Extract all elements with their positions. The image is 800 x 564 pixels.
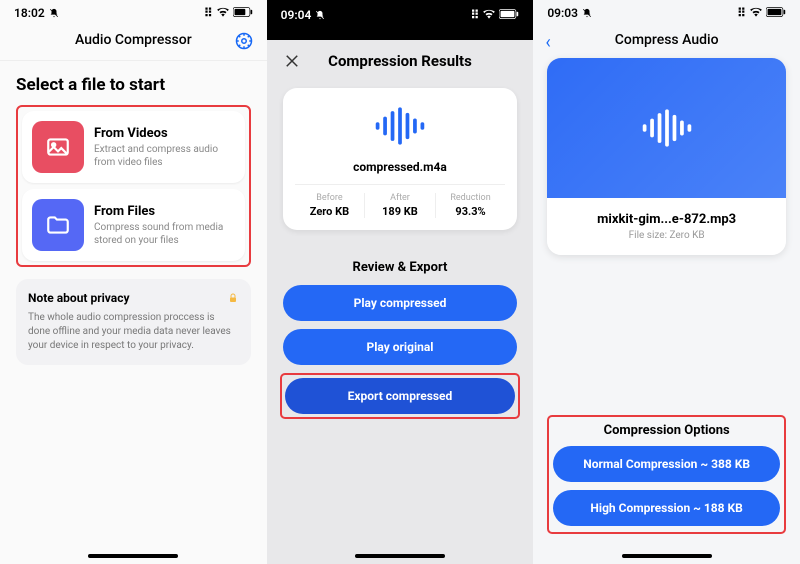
- battery-icon: [233, 6, 253, 20]
- stat-after: After 189 KB: [364, 193, 435, 218]
- options-heading: Compression Options: [553, 421, 780, 438]
- app-header: Audio Compressor: [0, 22, 267, 61]
- option-title: From Videos: [94, 126, 235, 141]
- wifi-icon: [482, 8, 496, 22]
- option-subtitle: Compress sound from media stored on your…: [94, 221, 235, 247]
- hero-info: mixkit-gim...e-872.mp3 File size: Zero K…: [547, 198, 786, 255]
- compression-options-section: Compression Options Normal Compression ~…: [533, 415, 800, 534]
- file-hero-card: mixkit-gim...e-872.mp3 File size: Zero K…: [547, 58, 786, 255]
- status-time: 09:04: [281, 8, 312, 22]
- result-card: compressed.m4a Before Zero KB After 189 …: [283, 88, 518, 230]
- option-subtitle: Extract and compress audio from video fi…: [94, 143, 235, 169]
- bell-slash-icon: [582, 8, 592, 18]
- hero-gradient: [547, 58, 786, 198]
- play-original-button[interactable]: Play original: [283, 329, 518, 365]
- screen-compression-results: 09:04 ⠿ Compression Results compressed.m…: [267, 0, 534, 564]
- home-indicator[interactable]: [622, 554, 712, 558]
- page-title: Audio Compressor: [75, 32, 192, 48]
- normal-compression-button[interactable]: Normal Compression ~ 388 KB: [553, 446, 780, 482]
- play-compressed-button[interactable]: Play compressed: [283, 285, 518, 321]
- bell-slash-icon: [49, 8, 59, 18]
- wifi-icon: [749, 6, 763, 20]
- stat-reduction: Reduction 93.3%: [435, 193, 506, 218]
- lock-icon: [227, 292, 239, 304]
- signal-icon: ⠿: [471, 8, 480, 22]
- status-time: 09:03: [547, 6, 578, 20]
- status-bar: 18:02 ⠿: [0, 0, 267, 22]
- section-heading: Select a file to start: [0, 61, 267, 105]
- export-compressed-button[interactable]: Export compressed: [285, 378, 516, 414]
- privacy-note-card: Note about privacy The whole audio compr…: [16, 279, 251, 365]
- modal-title: Compression Results: [283, 52, 518, 70]
- options-highlight: Compression Options Normal Compression ~…: [547, 415, 786, 534]
- result-filename: compressed.m4a: [295, 160, 506, 174]
- home-indicator[interactable]: [88, 554, 178, 558]
- review-export-heading: Review & Export: [267, 260, 534, 275]
- option-title: From Files: [94, 204, 235, 219]
- export-highlight: Export compressed: [280, 373, 521, 419]
- file-source-options: From Videos Extract and compress audio f…: [16, 105, 251, 267]
- privacy-text: The whole audio compression proccess is …: [28, 311, 239, 353]
- image-icon: [32, 121, 84, 173]
- option-from-videos[interactable]: From Videos Extract and compress audio f…: [22, 111, 245, 183]
- stat-before: Before Zero KB: [295, 193, 365, 218]
- battery-icon: [499, 8, 519, 22]
- page-title: Compress Audio: [615, 32, 719, 48]
- wifi-icon: [216, 6, 230, 20]
- option-from-files[interactable]: From Files Compress sound from media sto…: [22, 189, 245, 261]
- gear-icon[interactable]: [235, 32, 253, 50]
- status-time: 18:02: [14, 6, 45, 20]
- high-compression-button[interactable]: High Compression ~ 188 KB: [553, 490, 780, 526]
- privacy-title: Note about privacy: [28, 291, 130, 305]
- file-name: mixkit-gim...e-872.mp3: [557, 212, 776, 227]
- audio-wave-icon: [372, 106, 428, 146]
- app-header: ‹ Compress Audio: [533, 22, 800, 58]
- screen-select-file: 18:02 ⠿ Audio Compressor Select a file t…: [0, 0, 267, 564]
- folder-icon: [32, 199, 84, 251]
- audio-wave-icon: [639, 108, 695, 148]
- file-size: File size: Zero KB: [557, 230, 776, 241]
- signal-icon: ⠿: [737, 6, 746, 20]
- battery-icon: [766, 6, 786, 20]
- stats-row: Before Zero KB After 189 KB Reduction 93…: [295, 184, 506, 218]
- home-indicator[interactable]: [355, 554, 445, 558]
- screen-compress-audio: 09:03 ⠿ ‹ Compress Audio: [533, 0, 800, 564]
- status-bar: 09:04 ⠿: [267, 0, 534, 40]
- bell-slash-icon: [315, 10, 325, 20]
- status-bar: 09:03 ⠿: [533, 0, 800, 22]
- back-chevron-icon[interactable]: ‹: [545, 32, 550, 53]
- modal-header: Compression Results: [267, 40, 534, 78]
- action-buttons: Play compressed Play original Export com…: [267, 285, 534, 419]
- signal-icon: ⠿: [204, 6, 213, 20]
